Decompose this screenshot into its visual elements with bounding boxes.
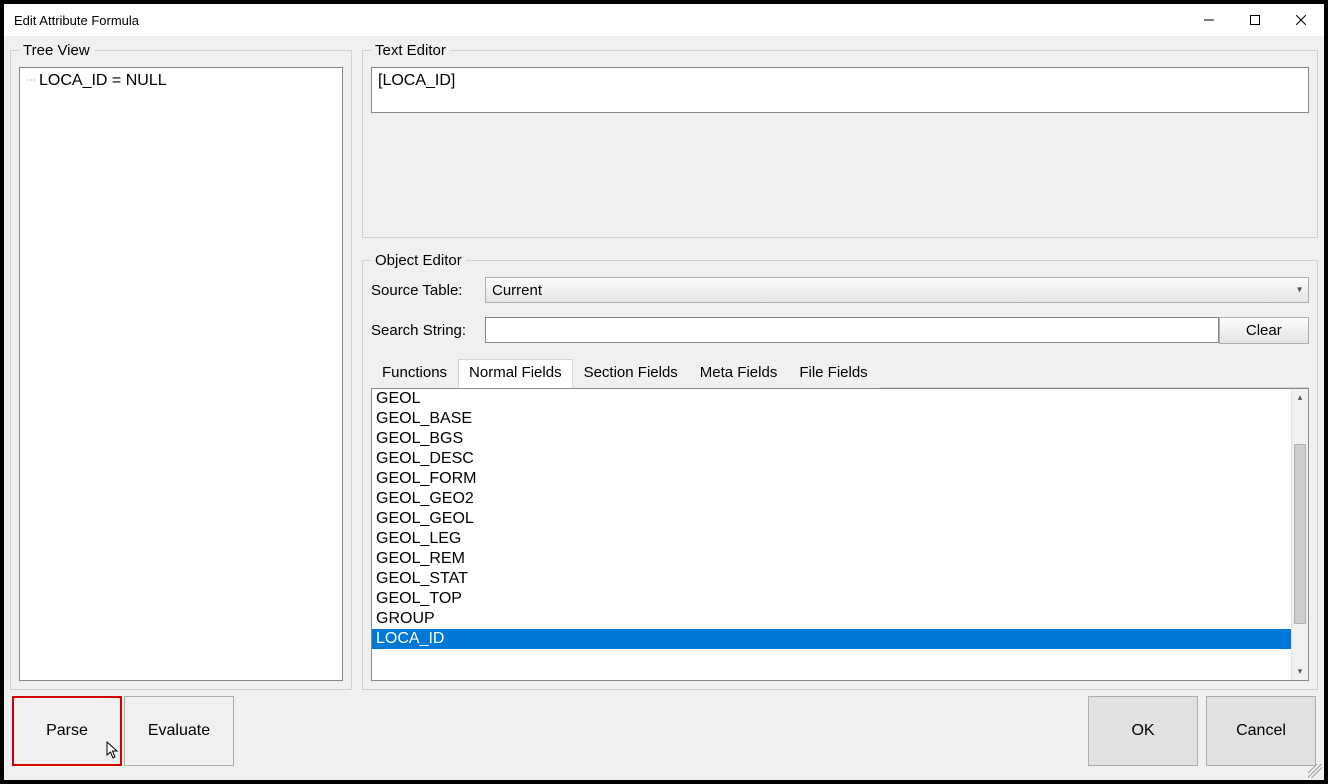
object-editor-group: Object Editor Source Table: Current ▾ Se… bbox=[362, 252, 1318, 690]
list-item[interactable]: GEOL_LEG bbox=[372, 529, 1291, 549]
maximize-button[interactable] bbox=[1232, 4, 1278, 36]
list-item[interactable]: GROUP bbox=[372, 609, 1291, 629]
ok-button[interactable]: OK bbox=[1088, 696, 1198, 766]
window-title: Edit Attribute Formula bbox=[14, 13, 139, 28]
source-table-value: Current bbox=[492, 282, 542, 299]
clear-button[interactable]: Clear bbox=[1219, 317, 1309, 344]
footer: Parse Evaluate OK Cancel bbox=[4, 690, 1324, 780]
list-item[interactable]: GEOL_REM bbox=[372, 549, 1291, 569]
search-string-label: Search String: bbox=[371, 322, 485, 339]
tabstrip: FunctionsNormal FieldsSection FieldsMeta… bbox=[371, 358, 1309, 388]
formula-textarea[interactable] bbox=[371, 67, 1309, 113]
tab-section-fields[interactable]: Section Fields bbox=[573, 359, 689, 388]
list-item[interactable]: GEOL bbox=[372, 389, 1291, 409]
chevron-down-icon: ▾ bbox=[1297, 285, 1302, 296]
scroll-up-icon[interactable]: ▴ bbox=[1292, 389, 1308, 406]
search-string-input[interactable] bbox=[485, 317, 1219, 343]
scroll-thumb[interactable] bbox=[1294, 444, 1306, 624]
window: Edit Attribute Formula Tree View LOCA_ID… bbox=[4, 4, 1324, 780]
list-item[interactable]: GEOL_BGS bbox=[372, 429, 1291, 449]
tab-normal-fields[interactable]: Normal Fields bbox=[458, 359, 573, 388]
parse-button[interactable]: Parse bbox=[12, 696, 122, 766]
fields-scrollbar[interactable]: ▴ ▾ bbox=[1291, 389, 1308, 680]
text-editor-legend: Text Editor bbox=[371, 42, 450, 59]
list-item[interactable]: GEOL_STAT bbox=[372, 569, 1291, 589]
list-item[interactable]: GEOL_GEO2 bbox=[372, 489, 1291, 509]
fields-list[interactable]: GEOLGEOL_BASEGEOL_BGSGEOL_DESCGEOL_FORMG… bbox=[372, 389, 1291, 680]
fields-list-wrap: GEOLGEOL_BASEGEOL_BGSGEOL_DESCGEOL_FORMG… bbox=[371, 388, 1309, 681]
object-editor-legend: Object Editor bbox=[371, 252, 466, 269]
tree-item[interactable]: LOCA_ID = NULL bbox=[26, 72, 336, 90]
list-item[interactable]: GEOL_BASE bbox=[372, 409, 1291, 429]
list-item[interactable]: GEOL_TOP bbox=[372, 589, 1291, 609]
tab-file-fields[interactable]: File Fields bbox=[788, 359, 878, 388]
source-table-select[interactable]: Current ▾ bbox=[485, 277, 1309, 303]
close-button[interactable] bbox=[1278, 4, 1324, 36]
scroll-down-icon[interactable]: ▾ bbox=[1292, 663, 1308, 680]
titlebar: Edit Attribute Formula bbox=[4, 4, 1324, 36]
tab-functions[interactable]: Functions bbox=[371, 359, 458, 388]
list-item[interactable]: GEOL_FORM bbox=[372, 469, 1291, 489]
tab-meta-fields[interactable]: Meta Fields bbox=[689, 359, 789, 388]
resize-grip-icon[interactable] bbox=[1308, 764, 1322, 778]
source-table-label: Source Table: bbox=[371, 282, 485, 299]
cancel-button[interactable]: Cancel bbox=[1206, 696, 1316, 766]
text-editor-group: Text Editor bbox=[362, 42, 1318, 238]
tree-view-group: Tree View LOCA_ID = NULL bbox=[10, 42, 352, 690]
evaluate-button[interactable]: Evaluate bbox=[124, 696, 234, 766]
tree-view-legend: Tree View bbox=[19, 42, 94, 59]
list-item[interactable]: LOCA_ID bbox=[372, 629, 1291, 649]
minimize-button[interactable] bbox=[1186, 4, 1232, 36]
list-item[interactable]: GEOL_GEOL bbox=[372, 509, 1291, 529]
list-item[interactable]: GEOL_DESC bbox=[372, 449, 1291, 469]
tree-view-area[interactable]: LOCA_ID = NULL bbox=[19, 67, 343, 681]
